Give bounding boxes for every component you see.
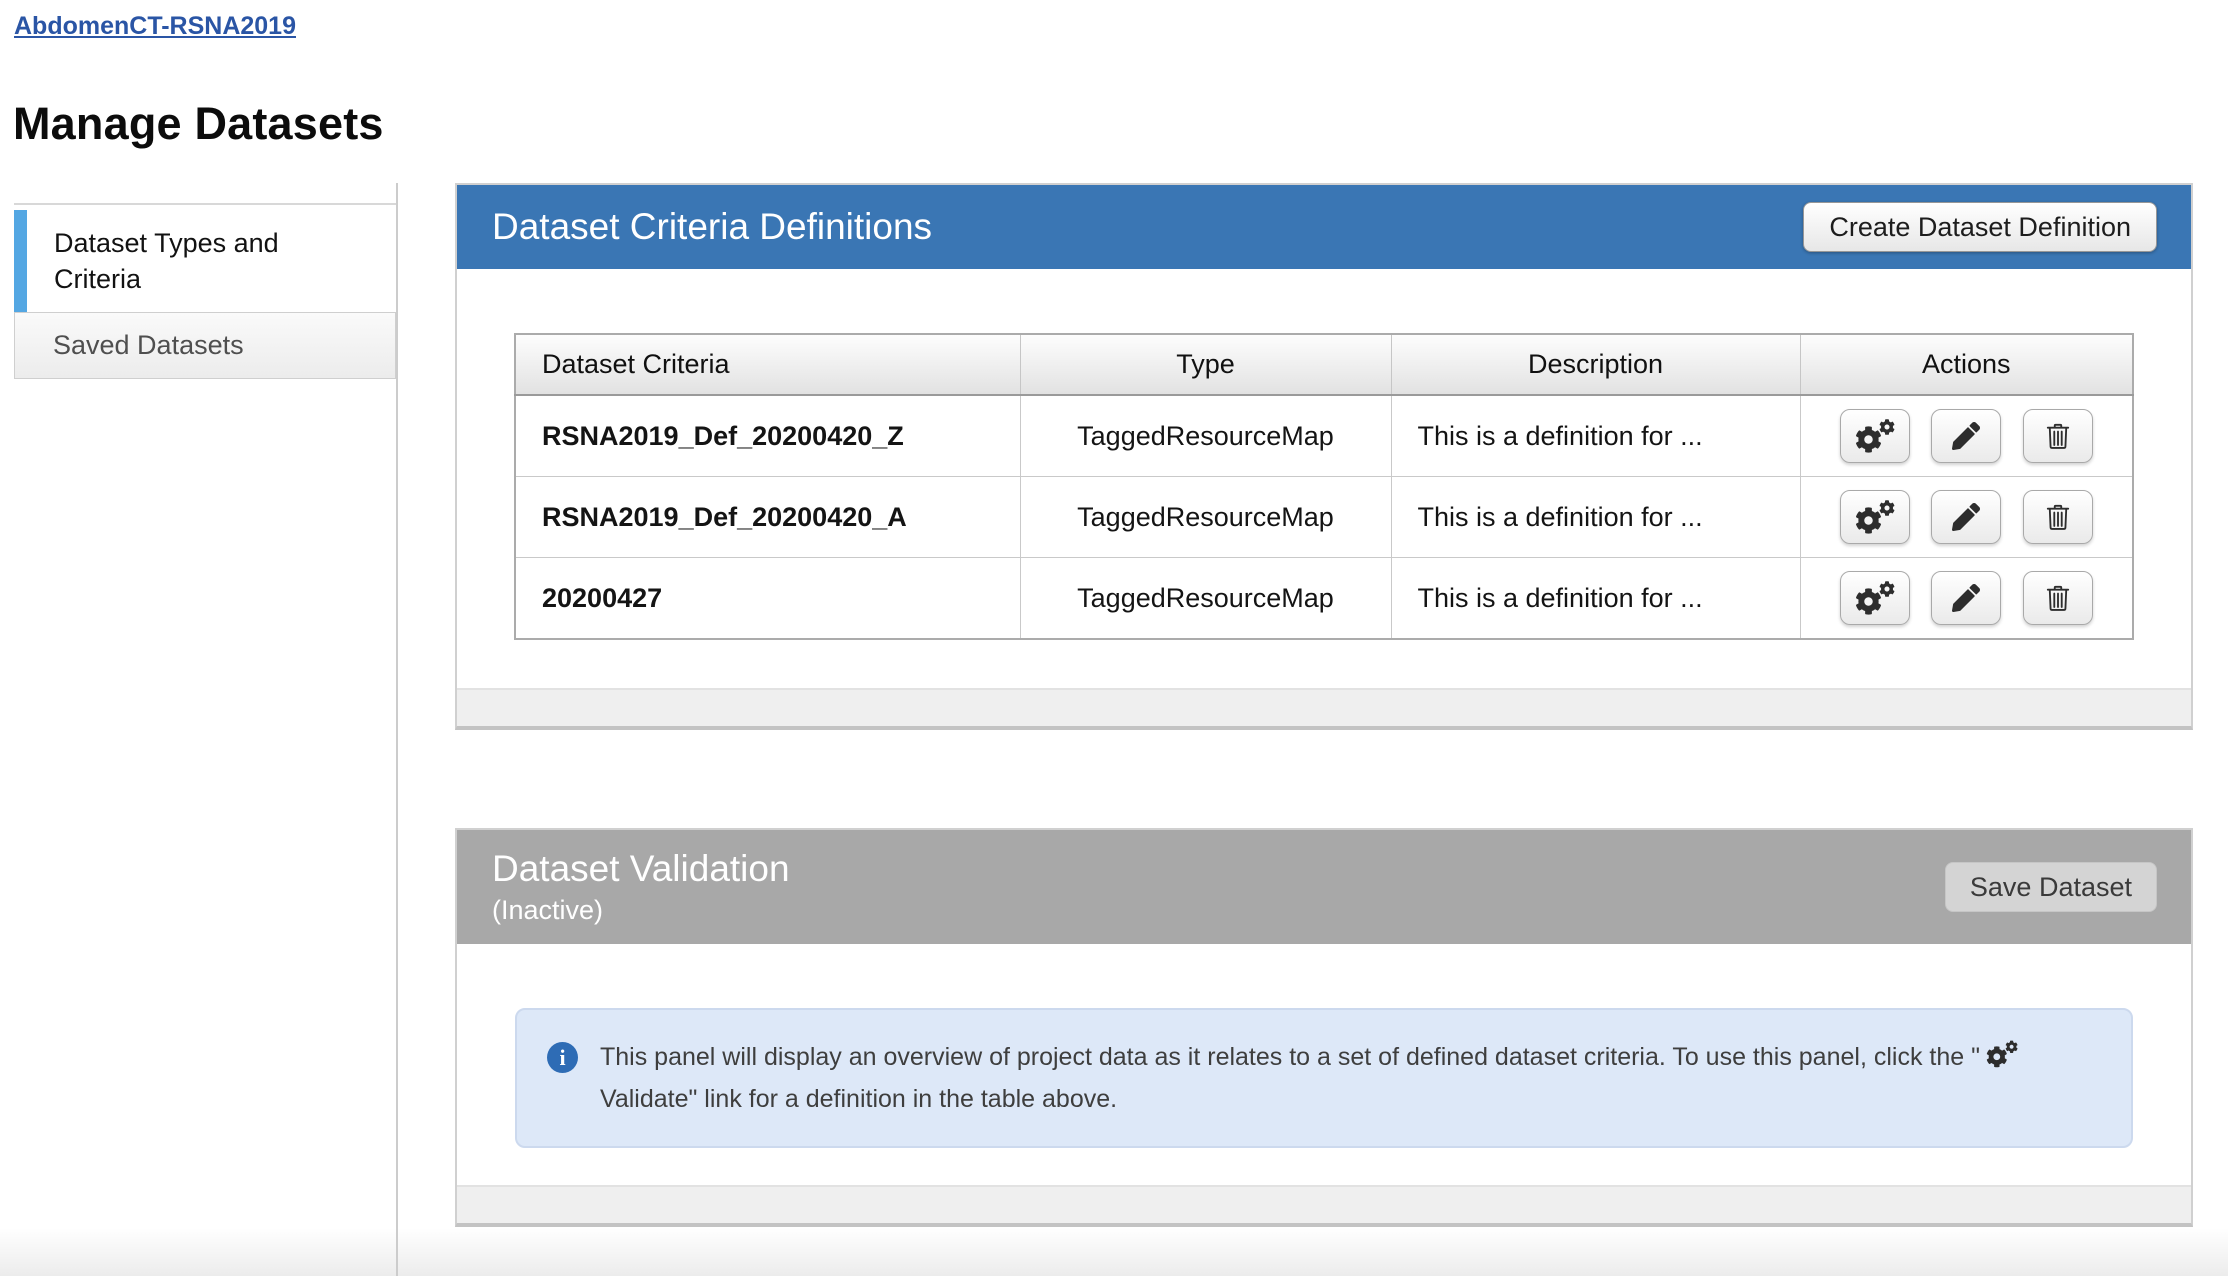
pencil-icon [1952, 584, 1980, 612]
trash-icon [2045, 502, 2071, 532]
dataset-criteria-type: TaggedResourceMap [1020, 477, 1391, 558]
validate-dataset-button[interactable] [1840, 409, 1910, 463]
save-dataset-button[interactable]: Save Dataset [1945, 862, 2157, 912]
delete-definition-button[interactable] [2023, 409, 2093, 463]
cogs-icon [1855, 581, 1895, 615]
dataset-criteria-description: This is a definition for ... [1391, 395, 1800, 477]
table-row: RSNA2019_Def_20200420_Z TaggedResourceMa… [515, 395, 2133, 477]
sidebar-item-label: Saved Datasets [53, 330, 244, 361]
create-dataset-definition-button[interactable]: Create Dataset Definition [1803, 202, 2157, 252]
row-actions [1800, 395, 2133, 477]
validation-panel-footer [457, 1185, 2191, 1223]
criteria-panel-title: Dataset Criteria Definitions [492, 206, 932, 248]
validate-dataset-button[interactable] [1840, 571, 1910, 625]
column-header-dataset-criteria: Dataset Criteria [515, 334, 1020, 395]
info-circle-icon: i [547, 1042, 578, 1073]
dataset-criteria-name: 20200427 [515, 558, 1020, 640]
cogs-icon [1855, 419, 1895, 453]
dataset-criteria-type: TaggedResourceMap [1020, 558, 1391, 640]
column-header-type: Type [1020, 334, 1391, 395]
dataset-criteria-description: This is a definition for ... [1391, 477, 1800, 558]
pencil-icon [1952, 503, 1980, 531]
dataset-criteria-type: TaggedResourceMap [1020, 395, 1391, 477]
criteria-panel-footer [457, 688, 2191, 726]
dataset-criteria-description: This is a definition for ... [1391, 558, 1800, 640]
cogs-icon [1855, 500, 1895, 534]
validation-info-alert: i This panel will display an overview of… [515, 1008, 2133, 1148]
row-actions [1800, 558, 2133, 640]
criteria-table-body: RSNA2019_Def_20200420_Z TaggedResourceMa… [515, 395, 2133, 639]
page-title: Manage Datasets [13, 98, 384, 150]
manage-datasets-page: AbdomenCT-RSNA2019 Manage Datasets Datas… [0, 0, 2228, 1276]
project-breadcrumb-link[interactable]: AbdomenCT-RSNA2019 [14, 12, 296, 41]
edit-definition-button[interactable] [1931, 571, 2001, 625]
trash-icon [2045, 421, 2071, 451]
column-header-actions: Actions [1800, 334, 2133, 395]
cogs-icon [1986, 1040, 2018, 1067]
dataset-criteria-name: RSNA2019_Def_20200420_Z [515, 395, 1020, 477]
criteria-table-header-row: Dataset Criteria Type Description Action… [515, 334, 2133, 395]
table-row: 20200427 TaggedResourceMap This is a def… [515, 558, 2133, 640]
validation-panel-header: Dataset Validation (Inactive) Save Datas… [457, 830, 2191, 944]
dataset-validation-panel: Dataset Validation (Inactive) Save Datas… [455, 828, 2193, 1227]
delete-definition-button[interactable] [2023, 490, 2093, 544]
page-bottom-gradient [0, 1228, 2228, 1276]
row-actions [1800, 477, 2133, 558]
validation-info-text: This panel will display an overview of p… [600, 1036, 2101, 1120]
criteria-panel-header: Dataset Criteria Definitions Create Data… [457, 185, 2191, 269]
column-header-description: Description [1391, 334, 1800, 395]
dataset-criteria-definitions-panel: Dataset Criteria Definitions Create Data… [455, 183, 2193, 730]
trash-icon [2045, 583, 2071, 613]
criteria-table: Dataset Criteria Type Description Action… [514, 333, 2134, 640]
validation-panel-title: Dataset Validation [492, 848, 790, 890]
sidebar-divider [396, 183, 398, 1276]
validation-panel-subtitle: (Inactive) [492, 895, 790, 926]
edit-definition-button[interactable] [1931, 409, 2001, 463]
pencil-icon [1952, 422, 1980, 450]
delete-definition-button[interactable] [2023, 571, 2093, 625]
table-row: RSNA2019_Def_20200420_A TaggedResourceMa… [515, 477, 2133, 558]
sidebar: Dataset Types and Criteria Saved Dataset… [14, 203, 396, 379]
sidebar-item-dataset-types-and-criteria[interactable]: Dataset Types and Criteria [14, 210, 396, 312]
dataset-criteria-name: RSNA2019_Def_20200420_A [515, 477, 1020, 558]
edit-definition-button[interactable] [1931, 490, 2001, 544]
sidebar-item-label: Dataset Types and Criteria [54, 225, 372, 297]
validate-dataset-button[interactable] [1840, 490, 1910, 544]
sidebar-item-saved-datasets[interactable]: Saved Datasets [14, 312, 396, 379]
